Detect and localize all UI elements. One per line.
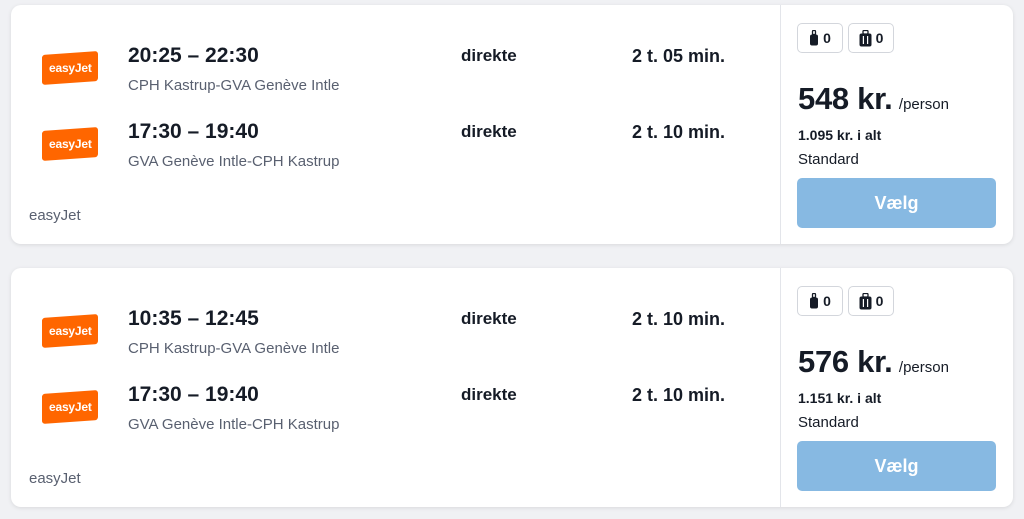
select-button[interactable]: Vælg [797,178,996,228]
leg-duration: 2 t. 10 min. [632,122,726,142]
easyjet-logo: easyJet [42,51,98,85]
leg-route: CPH Kastrup-GVA Genève Intle [128,340,340,357]
personal-item-count: 0 [823,30,831,46]
easyjet-logo: easyJet [42,127,98,161]
total-price: 1.151 kr. i alt [798,390,882,406]
price-section: 0 0 576 kr. /person 1.151 kr. i alt Stan… [781,268,1013,507]
outbound-leg: easyJet 10:35 – 12:45 CPH Kastrup-GVA Ge… [11,304,780,364]
return-leg: easyJet 17:30 – 19:40 GVA Genève Intle-C… [11,380,780,440]
carry-on-count: 0 [875,30,884,46]
carry-on-count: 0 [875,293,884,309]
leg-stops: direkte [461,46,517,65]
per-person-label: /person [898,96,949,113]
carry-on-bag-icon [859,29,872,46]
leg-route: GVA Genève Intle-CPH Kastrup [128,153,340,170]
baggage-info: 0 0 [797,286,894,316]
select-button[interactable]: Vælg [797,441,996,491]
baggage-info: 0 0 [797,23,894,53]
leg-times: 17:30 – 19:40 [128,120,259,143]
leg-times: 10:35 – 12:45 [128,307,259,330]
flight-result-card[interactable]: easyJet 20:25 – 22:30 CPH Kastrup-GVA Ge… [11,5,1013,244]
itinerary-section[interactable]: easyJet 10:35 – 12:45 CPH Kastrup-GVA Ge… [11,268,780,507]
flight-result-card[interactable]: easyJet 10:35 – 12:45 CPH Kastrup-GVA Ge… [11,268,1013,507]
price-per-person: 576 kr. /person [798,344,949,380]
outbound-leg: easyJet 20:25 – 22:30 CPH Kastrup-GVA Ge… [11,41,780,101]
leg-route: CPH Kastrup-GVA Genève Intle [128,77,340,94]
leg-times: 17:30 – 19:40 [128,383,259,406]
personal-item-badge[interactable]: 0 [797,23,843,53]
leg-route: GVA Genève Intle-CPH Kastrup [128,416,340,433]
leg-stops: direkte [461,122,517,141]
personal-item-bag-icon [810,30,819,46]
easyjet-logo: easyJet [42,314,98,348]
airline-name: easyJet [29,207,81,224]
easyjet-logo-text: easyJet [48,324,92,339]
per-person-label: /person [898,359,949,376]
leg-stops: direkte [461,385,517,404]
easyjet-logo-text: easyJet [48,400,92,415]
leg-duration: 2 t. 05 min. [632,46,726,66]
itinerary-section[interactable]: easyJet 20:25 – 22:30 CPH Kastrup-GVA Ge… [11,5,780,244]
easyjet-logo-text: easyJet [48,137,92,152]
personal-item-badge[interactable]: 0 [797,286,843,316]
price-amount: 576 kr. [798,344,893,379]
fare-class: Standard [798,414,859,431]
total-price: 1.095 kr. i alt [798,127,882,143]
price-amount: 548 kr. [798,81,893,116]
fare-class: Standard [798,151,859,168]
airline-name: easyJet [29,470,81,487]
price-per-person: 548 kr. /person [798,81,949,117]
easyjet-logo-text: easyJet [48,61,92,76]
personal-item-bag-icon [810,293,819,309]
leg-times: 20:25 – 22:30 [128,44,259,67]
carry-on-bag-icon [859,292,872,309]
return-leg: easyJet 17:30 – 19:40 GVA Genève Intle-C… [11,117,780,177]
carry-on-badge[interactable]: 0 [848,286,894,316]
easyjet-logo: easyJet [42,390,98,424]
price-section: 0 0 548 kr. /person 1.095 kr. i alt Stan… [781,5,1013,244]
leg-stops: direkte [461,309,517,328]
carry-on-badge[interactable]: 0 [848,23,894,53]
leg-duration: 2 t. 10 min. [632,309,726,329]
leg-duration: 2 t. 10 min. [632,385,726,405]
personal-item-count: 0 [823,293,831,309]
